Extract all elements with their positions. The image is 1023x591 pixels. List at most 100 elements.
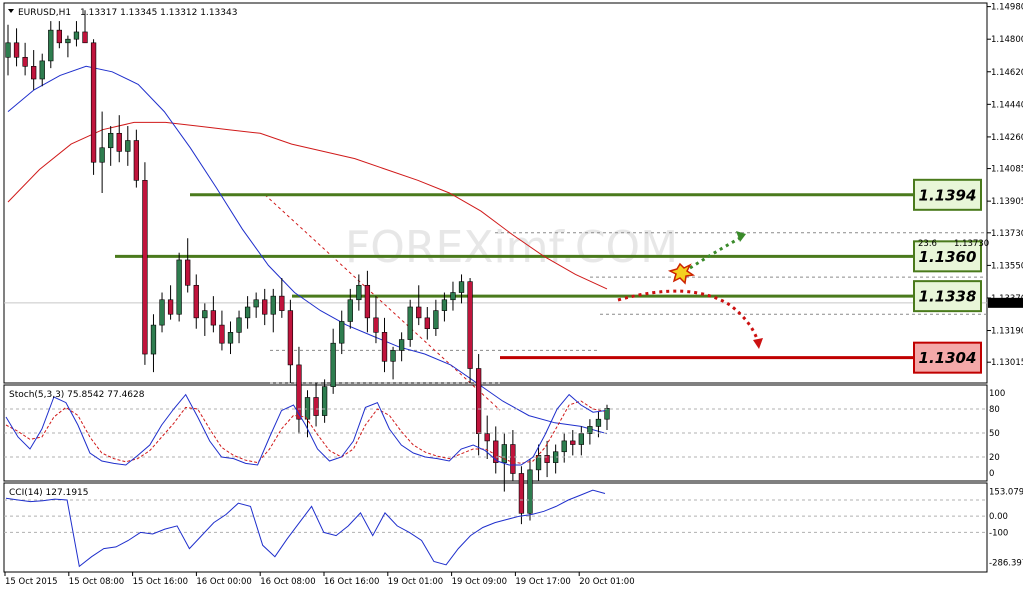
candle-body [279, 295, 285, 311]
candle-body [304, 397, 311, 420]
time-tick-label: 19 Oct 17:00 [515, 577, 570, 587]
fib-level-label: 23.6 [918, 239, 937, 249]
candle-body [347, 299, 353, 322]
level-label-text: 1.1360 [919, 248, 977, 266]
candle-body [321, 386, 328, 416]
candle-body [90, 42, 97, 163]
fib-price-label: 1.13730 [954, 239, 989, 249]
candle-body [99, 147, 105, 163]
candle-body [262, 299, 268, 315]
candle-body [150, 324, 157, 355]
candle-body [253, 299, 259, 308]
price-tick-label: 1.14085 [991, 165, 1023, 175]
price-tick-label: 1.13015 [991, 358, 1023, 368]
candle-body [458, 281, 465, 293]
candle-body [339, 321, 345, 344]
candle-body [330, 342, 336, 387]
candle-body [467, 281, 473, 369]
candle-body [219, 324, 225, 344]
watermark-text: FOREXimf.COM [345, 222, 678, 273]
candle-body [5, 42, 11, 58]
time-tick-label: 15 Oct 16:00 [133, 577, 188, 587]
candle-body [604, 408, 610, 420]
price-tick-label: 1.13550 [991, 261, 1023, 271]
candle-body [390, 350, 396, 362]
level-label-text: 1.1394 [919, 186, 977, 204]
candle-body [398, 339, 405, 351]
candle-body [39, 60, 45, 80]
candle-body [270, 295, 276, 315]
time-tick-label: 16 Oct 00:00 [196, 577, 251, 587]
candle-body [167, 299, 174, 315]
price-tick-label: 1.13905 [991, 197, 1023, 207]
price-tick-label: 1.14980 [991, 3, 1023, 13]
level-label-text: 1.1338 [919, 288, 977, 306]
price-tick-label: 1.14620 [991, 68, 1023, 78]
stoch-tick-label: 100 [989, 389, 1005, 399]
candle-body [407, 306, 413, 340]
candle-body [475, 368, 482, 434]
candle-body [356, 284, 362, 301]
cci-tick-label: -100 [989, 528, 1008, 538]
level-label-text: 1.1304 [919, 349, 977, 367]
candle-body [373, 317, 379, 333]
candle-body [13, 42, 20, 58]
chart-ohlc-header: 1.13317 1.13345 1.13312 1.13343 [80, 8, 237, 18]
candle-body [501, 444, 507, 463]
candle-body [210, 310, 217, 326]
candle-body [185, 259, 191, 286]
time-tick-label: 16 Oct 16:00 [324, 577, 379, 587]
price-tick-label: 1.14440 [991, 100, 1023, 110]
candle-body [570, 440, 576, 445]
candle-body [510, 444, 516, 474]
candle-body [244, 306, 251, 319]
time-tick-label: 19 Oct 09:00 [452, 577, 507, 587]
candle-body [48, 29, 54, 62]
candle-body [73, 31, 80, 40]
candle-body [142, 180, 148, 355]
time-tick-label: 15 Oct 08:00 [69, 577, 124, 587]
candle-body [527, 469, 533, 514]
stoch-title: Stoch(5,3,3) 75.8542 77.4628 [9, 390, 145, 400]
candle-body [56, 29, 62, 44]
candle-body [176, 259, 182, 315]
price-tick-label: 1.14800 [991, 35, 1023, 45]
candle-body [193, 284, 199, 319]
candle-body [202, 310, 208, 319]
candle-body [287, 310, 294, 366]
candle-body [133, 140, 140, 181]
current-price-label: 1.13343 [990, 299, 1023, 309]
stoch-tick-label: 20 [989, 453, 1000, 463]
price-axis: 1.14980 1.14800 1.14620 1.14440 1.14260 1.140… [987, 3, 1023, 368]
candle-body [433, 310, 439, 330]
candle-body [416, 306, 422, 319]
time-tick-label: 20 Oct 01:00 [579, 577, 634, 587]
candle-body [595, 418, 602, 427]
candle-body [424, 317, 430, 330]
candle-body [484, 433, 490, 442]
candle-body [364, 284, 371, 319]
cci-panel-frame [3, 482, 988, 573]
candle-body [561, 440, 567, 453]
chart-canvas: FOREXimf.COM 100 80 50 20 0 153.079 0.00 -100 -… [3, 2, 1023, 587]
candle-body [381, 332, 388, 362]
cci-tick-label: -286.397 [989, 559, 1023, 569]
candle-body [535, 455, 542, 471]
candle-body [544, 455, 550, 463]
cci-title: CCI(14) 127.1915 [9, 488, 89, 498]
candle-body [578, 433, 584, 445]
candle-body [227, 332, 234, 344]
candle-body [450, 292, 456, 301]
cci-tick-label: 153.079 [989, 487, 1023, 497]
time-axis: 15 Oct 2015 15 Oct 08:00 15 Oct 16:00 16 Oc… [4, 572, 635, 587]
candle-body [236, 317, 242, 333]
stoch-tick-label: 50 [989, 429, 1000, 439]
candle-body [125, 140, 131, 152]
candle-body [313, 397, 319, 416]
candle-body [441, 299, 448, 311]
candle-body [82, 31, 88, 44]
chart-symbol-title: EURUSD,H1 [18, 8, 71, 18]
stoch-tick-label: 0 [989, 469, 994, 479]
price-tick-label: 1.13190 [991, 327, 1023, 337]
candle-body [518, 473, 525, 514]
